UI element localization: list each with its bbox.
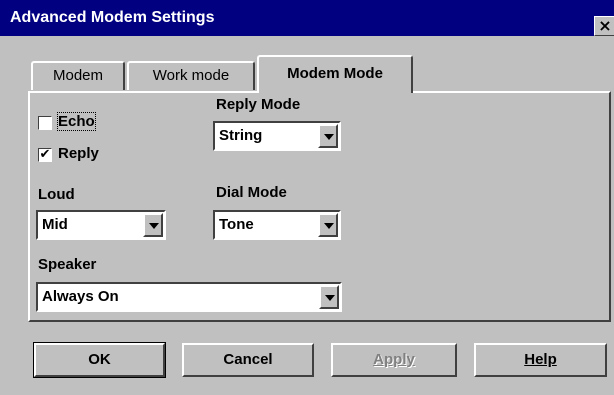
reply-mode-label: Reply Mode <box>216 96 301 113</box>
reply-label[interactable]: Reply <box>58 145 99 162</box>
apply-button-label: Apply <box>373 351 415 368</box>
title-bar[interactable]: Advanced Modem Settings × <box>0 0 614 36</box>
apply-button[interactable]: Apply <box>331 343 457 377</box>
speaker-label: Speaker <box>38 256 97 273</box>
tab-modem[interactable]: Modem <box>31 61 125 90</box>
speaker-value: Always On <box>42 288 119 305</box>
close-icon[interactable]: × <box>594 16 614 36</box>
chevron-down-icon[interactable] <box>143 213 163 237</box>
tab-work-mode[interactable]: Work mode <box>127 61 255 90</box>
reply-mode-value: String <box>219 127 263 144</box>
reply-checkbox[interactable]: ✔ <box>38 148 52 162</box>
speaker-select[interactable]: Always On <box>36 282 342 312</box>
help-button-label: Help <box>524 351 557 368</box>
tab-modem-mode[interactable]: Modem Mode <box>257 55 413 93</box>
cancel-button[interactable]: Cancel <box>182 343 314 377</box>
cancel-button-label: Cancel <box>223 351 273 368</box>
loud-label: Loud <box>38 186 75 203</box>
checkmark-icon: ✔ <box>39 147 51 162</box>
echo-checkbox[interactable] <box>38 116 52 130</box>
dial-mode-select[interactable]: Tone <box>213 210 341 240</box>
ok-button[interactable]: OK <box>33 342 166 378</box>
reply-mode-select[interactable]: String <box>213 121 341 151</box>
advanced-modem-settings-dialog: Advanced Modem Settings × Modem Work mod… <box>0 0 614 395</box>
help-button[interactable]: Help <box>474 343 607 377</box>
ok-button-label: OK <box>88 351 111 368</box>
chevron-down-icon[interactable] <box>318 124 338 148</box>
chevron-down-icon[interactable] <box>318 213 338 237</box>
loud-select[interactable]: Mid <box>36 210 166 240</box>
loud-value: Mid <box>42 216 68 233</box>
window-title: Advanced Modem Settings <box>10 9 215 26</box>
echo-label[interactable]: Echo <box>57 112 96 131</box>
dial-mode-value: Tone <box>219 216 254 233</box>
chevron-down-icon[interactable] <box>319 285 339 309</box>
dial-mode-label: Dial Mode <box>216 184 287 201</box>
